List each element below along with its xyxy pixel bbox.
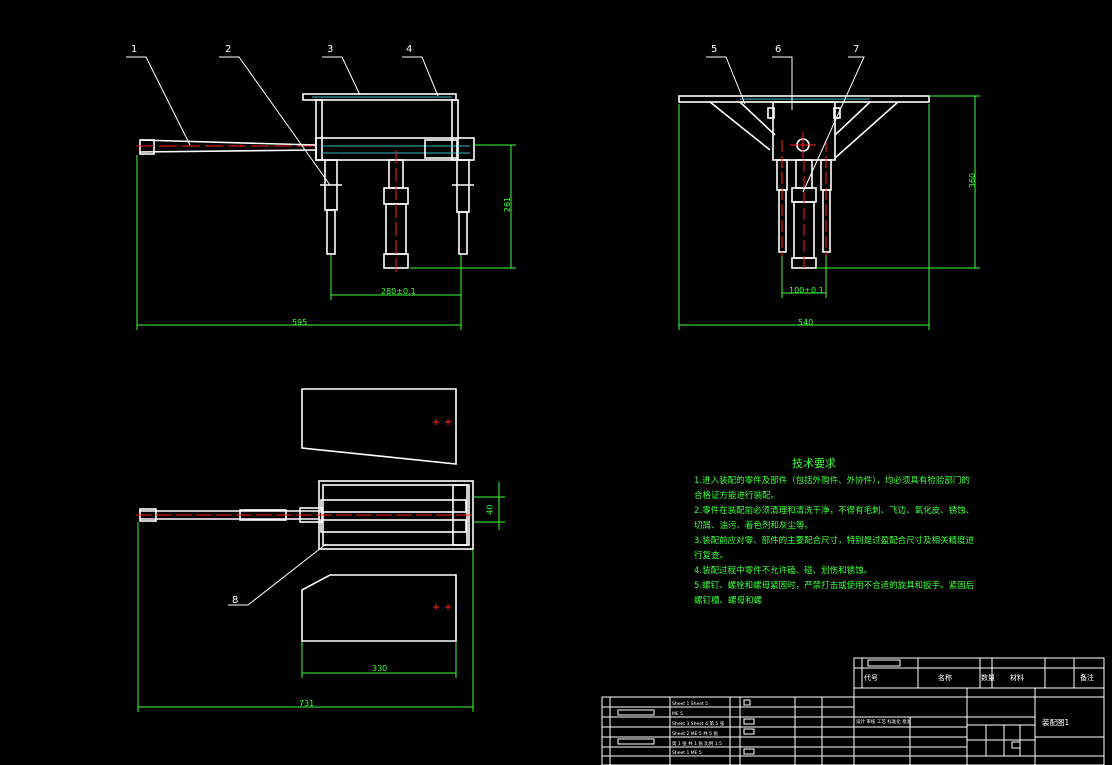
cad-drawing-canvas	[0, 0, 1115, 765]
dim-front-spacing: 280±0.1	[381, 287, 416, 296]
dim-side-spacing: 100±0.1	[789, 286, 824, 295]
title-block-col-qty: 数量	[981, 673, 995, 682]
technical-requirement-line: 1.进入装配的零件及部件（包括外购件、外协件），均必须具有检验部门的	[694, 476, 970, 486]
dim-top-small: 40	[485, 504, 495, 515]
part-number-label: 6	[775, 44, 782, 55]
dim-side-width: 540	[798, 318, 814, 327]
technical-requirement-line: 螺钉槽、螺母和螺	[694, 596, 763, 606]
title-block-signature-row: 设计 审核 工艺 标准化 批准	[856, 718, 912, 725]
title-block-row: Sheet 1 Sheet 5	[672, 701, 708, 707]
part-number-label: 2	[225, 44, 232, 55]
dim-side-height: 360	[968, 172, 978, 189]
technical-requirement-line: 3.装配前应对零、部件的主要配合尺寸，特别是过盈配合尺寸及相关精度进	[694, 536, 975, 546]
technical-requirement-line: 切屑、油污、着色剂和灰尘等。	[694, 521, 814, 531]
title-block-col-code: 代号	[864, 673, 878, 682]
technical-requirement-line: 2.零件在装配前必须清理和清洗干净，不得有毛刺、飞边、氧化皮、锈蚀、	[694, 506, 975, 516]
dim-top-inner: 330	[372, 664, 388, 673]
drawing-name: 装配图1	[1042, 717, 1069, 727]
technical-requirement-line: 4.装配过程中零件不允许磕、碰、划伤和锈蚀。	[694, 566, 873, 576]
dim-front-width: 595	[292, 318, 308, 327]
technical-requirements-title: 技术要求	[792, 457, 836, 470]
part-number-label: 4	[406, 44, 413, 55]
part-number-label: 8	[232, 595, 239, 606]
title-block-col-material: 材料	[1010, 673, 1024, 682]
technical-requirement-line: 5.螺钉、螺栓和螺母紧固时，严禁打击或使用不合适的旋具和扳手。紧固后	[694, 581, 975, 591]
dim-top-width: 731	[299, 699, 315, 708]
title-block-row: Sheet 3 Sheet 4 第 5 张	[672, 720, 725, 727]
title-block-row: ME 5	[672, 711, 683, 717]
title-block-col-name: 名称	[938, 673, 952, 682]
title-block-row: 第 1 张 共 1 张 比例 1:5	[672, 740, 722, 747]
dim-front-height: 261	[503, 196, 513, 213]
technical-requirement-line: 合格证方能进行装配。	[694, 491, 780, 501]
part-number-label: 1	[131, 44, 138, 55]
technical-requirement-line: 行复查。	[694, 551, 729, 561]
title-block-row: Sheet 2 ME 5 共 5 张	[672, 730, 718, 737]
title-block: 代号 名称 数量 材料 备注 Sheet 1 Sheet 5 ME 5 Shee…	[601, 657, 1105, 765]
part-number-label: 3	[327, 44, 334, 55]
title-block-col-remark: 备注	[1080, 673, 1094, 682]
technical-requirements: 技术要求 1.进入装配的零件及部件（包括外购件、外协件），均必须具有检验部门的 …	[694, 456, 975, 609]
title-block-row: Sheet 1 ME 5	[672, 750, 702, 756]
part-number-label: 5	[711, 44, 718, 55]
part-number-label: 7	[853, 44, 860, 55]
